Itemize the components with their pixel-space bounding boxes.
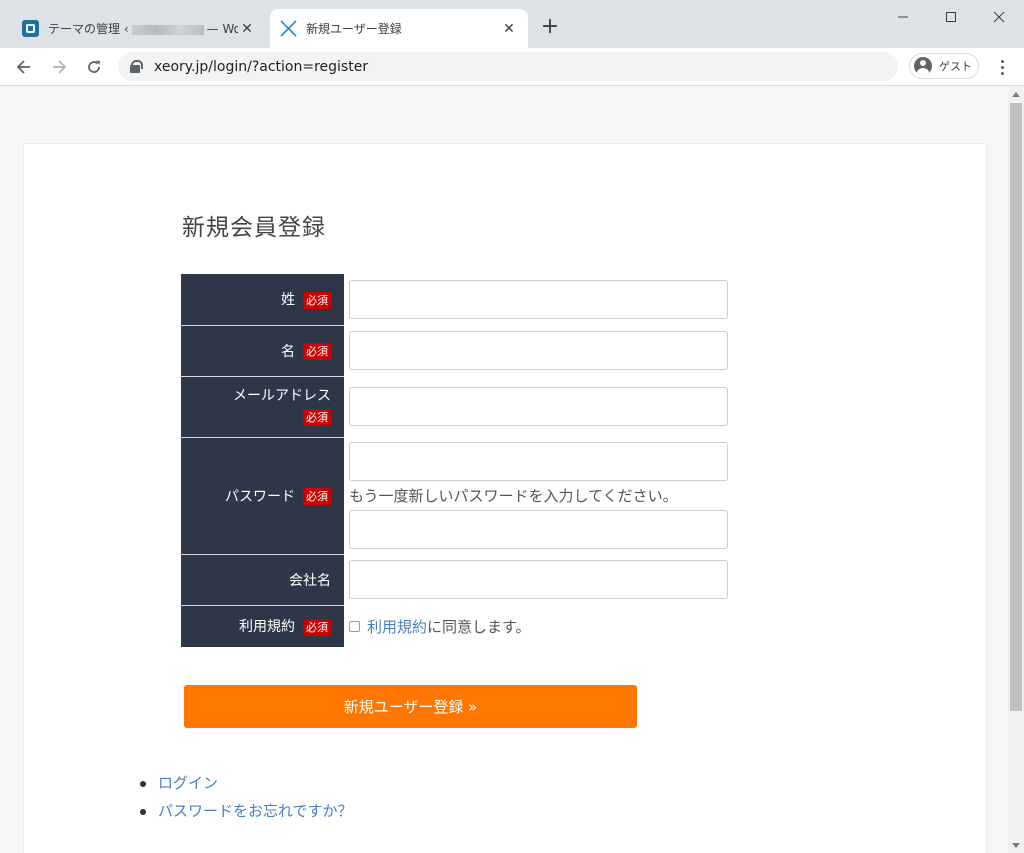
required-badge: 必須 (303, 409, 331, 426)
label-first-name: 名 (281, 343, 295, 360)
login-link[interactable]: ログイン (158, 774, 218, 792)
tab-theme-management[interactable]: テーマの管理 ‹ — Wor ✕ (12, 9, 266, 48)
label-terms: 利用規約 (239, 619, 295, 636)
scrollbar-thumb[interactable] (1010, 103, 1022, 711)
terms-link[interactable]: 利用規約 (367, 616, 427, 637)
form-row-password: パスワード 必須 もう一度新しいパスワードを入力してください。 (181, 437, 734, 555)
terms-suffix: に同意します。 (427, 617, 531, 636)
email-input[interactable] (349, 387, 728, 426)
back-arrow-icon[interactable] (11, 54, 37, 80)
label-company: 会社名 (289, 572, 331, 589)
password-input[interactable] (349, 442, 728, 481)
form-row-email: メールアドレス必須 (181, 376, 734, 438)
label-password: パスワード (225, 488, 295, 505)
close-window-icon[interactable] (976, 4, 1022, 30)
terms-agree: 利用規約 に同意します。 (349, 616, 734, 637)
tab-title: 新規ユーザー登録 (306, 22, 402, 36)
browser-titlebar: テーマの管理 ‹ — Wor ✕ 新規ユーザー登録 ✕ + (0, 0, 1024, 48)
register-card: 新規会員登録 姓必須 名必須 メールアドレス 必須 パスワード 必須 もう一度新しい… (23, 143, 987, 853)
last-name-input[interactable] (349, 280, 728, 319)
page-title: 新規会員登録 (182, 215, 326, 241)
scroll-up-icon[interactable] (1012, 92, 1020, 97)
page-viewport: 新規会員登録 姓必須 名必須 メールアドレス 必須 パスワード 必須 もう一度新しい… (0, 87, 1008, 853)
required-badge: 必須 (303, 488, 331, 505)
label-email: メールアドレス (233, 387, 331, 404)
tab-title-prefix: テーマの管理 ‹ (48, 22, 129, 36)
maximize-icon[interactable] (928, 4, 974, 30)
xeory-favicon-icon (280, 20, 297, 37)
company-input[interactable] (349, 560, 728, 599)
password-confirm-input[interactable] (349, 510, 728, 549)
reload-icon[interactable] (81, 54, 107, 80)
form-row-first-name: 名必須 (181, 325, 734, 377)
first-name-input[interactable] (349, 331, 728, 370)
guest-avatar-icon (914, 57, 932, 75)
wordpress-favicon-icon (22, 20, 39, 37)
auth-links: ログイン パスワードをお忘れですか？ (136, 769, 353, 825)
blurred-site-name (131, 24, 204, 35)
label-last-name: 姓 (281, 292, 295, 309)
tab-close-icon[interactable]: ✕ (238, 20, 256, 38)
required-badge: 必須 (303, 618, 331, 636)
url-text: xeory.jp/login/?action=register (154, 58, 369, 75)
address-bar[interactable]: xeory.jp/login/?action=register (118, 52, 898, 81)
tab-register[interactable]: 新規ユーザー登録 ✕ (270, 9, 528, 48)
list-item: パスワードをお忘れですか？ (136, 797, 353, 825)
register-submit-button[interactable]: 新規ユーザー登録 » (184, 685, 637, 728)
profile-button[interactable]: ゲスト (909, 53, 979, 79)
lock-icon (130, 60, 143, 73)
required-badge: 必須 (303, 291, 331, 309)
profile-label: ゲスト (939, 60, 972, 73)
tab-close-icon[interactable]: ✕ (500, 20, 518, 38)
forgot-password-link[interactable]: パスワードをお忘れですか？ (158, 802, 353, 820)
minimize-icon[interactable] (880, 4, 926, 30)
browser-menu-icon[interactable] (992, 54, 1012, 80)
scroll-down-icon[interactable] (1012, 843, 1020, 848)
form-row-last-name: 姓必須 (181, 274, 734, 326)
form-row-company: 会社名 (181, 554, 734, 606)
form-row-terms: 利用規約 必須 利用規約 に同意します。 (181, 605, 734, 647)
forward-arrow-icon[interactable] (46, 54, 72, 80)
required-badge: 必須 (303, 343, 331, 360)
list-item: ログイン (136, 769, 353, 797)
page-scrollbar[interactable] (1008, 87, 1024, 853)
registration-form: 姓必須 名必須 メールアドレス 必須 パスワード 必須 もう一度新しいパスワードを入… (181, 274, 734, 647)
terms-checkbox[interactable] (349, 620, 360, 632)
tab-title-suffix: — Wor (206, 22, 238, 36)
new-tab-icon[interactable]: + (538, 16, 562, 40)
password-confirm-hint: もう一度新しいパスワードを入力してください。 (349, 487, 678, 505)
browser-toolbar: xeory.jp/login/?action=register ゲスト (0, 48, 1024, 86)
